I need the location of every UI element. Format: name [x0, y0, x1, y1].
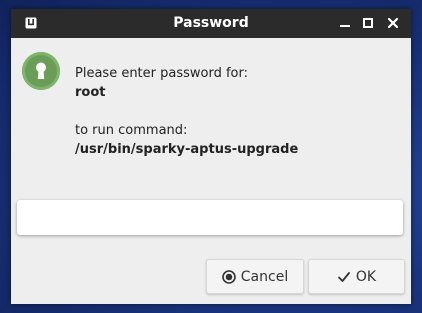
- prompt-line: Please enter password for:: [75, 66, 249, 81]
- cancel-circle-icon: [221, 269, 236, 284]
- cancel-button[interactable]: Cancel: [206, 259, 304, 294]
- command-path: /usr/bin/sparky-aptus-upgrade: [75, 142, 299, 157]
- keyhole-icon: [22, 52, 60, 90]
- prompt-message: Please enter password for: root to run c…: [75, 64, 298, 159]
- minimize-icon[interactable]: [338, 16, 352, 30]
- command-label: to run command:: [75, 123, 188, 138]
- checkmark-icon: [337, 270, 351, 284]
- password-input[interactable]: [17, 200, 403, 235]
- password-dialog: Password Please enter password for: root…: [11, 9, 411, 304]
- close-icon[interactable]: [386, 16, 400, 30]
- ok-button[interactable]: OK: [308, 259, 405, 294]
- target-user: root: [75, 85, 106, 100]
- cancel-label: Cancel: [240, 268, 289, 285]
- maximize-icon[interactable]: [361, 16, 375, 30]
- ok-label: OK: [355, 268, 377, 285]
- titlebar[interactable]: Password: [11, 9, 411, 38]
